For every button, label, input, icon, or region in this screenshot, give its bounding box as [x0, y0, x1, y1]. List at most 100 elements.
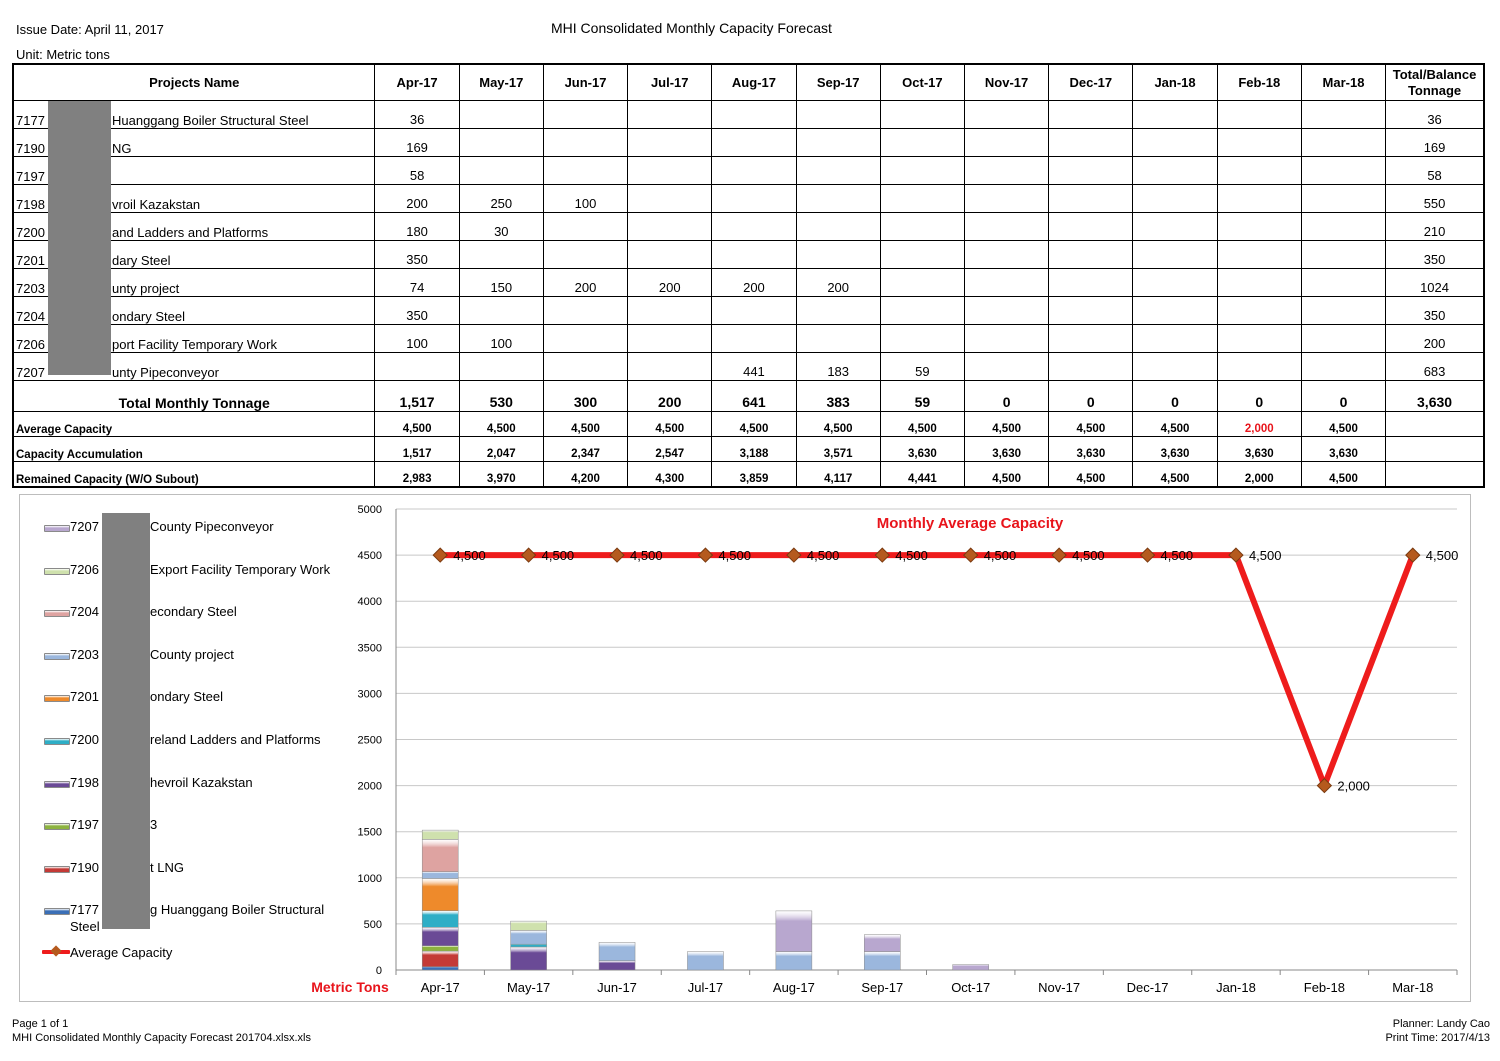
month-value-cell [1048, 100, 1134, 129]
month-value-cell [1132, 128, 1218, 157]
total-monthly-row-value: 530 [458, 380, 544, 412]
remained-capacity-row-value: 4,500 [1132, 461, 1218, 488]
month-value-cell [542, 296, 629, 325]
line-data-label: 4,500 [1249, 548, 1282, 563]
column-header-month: May-17 [458, 63, 544, 101]
month-value-cell [458, 352, 544, 381]
capacity-accumulation-row-value: 3,630 [1132, 436, 1218, 462]
total-value-cell: 350 [1385, 240, 1485, 269]
average-capacity-row-value: 4,500 [1132, 411, 1218, 437]
x-tick-label: Jun-17 [597, 980, 637, 995]
month-value-cell [542, 156, 629, 185]
bar-segment [421, 839, 459, 872]
line-data-label: 4,500 [1072, 548, 1105, 563]
project-name: unty Pipeconveyor [112, 365, 219, 380]
y-tick-label: 2500 [358, 735, 382, 747]
total-value-cell: 1024 [1385, 268, 1485, 297]
month-value-cell [1048, 296, 1134, 325]
total-monthly-row-value: 0 [1048, 380, 1134, 412]
table-row: 7198 vroil Kazakstan 200 250 100 550 [12, 184, 1485, 213]
capacity-accumulation-row-value: 3,630 [879, 436, 966, 462]
remained-capacity-row-total [1385, 461, 1485, 488]
legend-series-id: 7201 [70, 689, 99, 705]
line-marker [432, 547, 448, 563]
month-value-cell [542, 324, 629, 353]
table-row: 7203 unty project 74 150 200 200 200 200 1024 [12, 268, 1485, 297]
column-header-month: Apr-17 [374, 63, 460, 101]
project-name: dary Steel [112, 253, 171, 268]
table-header-row: Projects Name Apr-17 May-17 Jun-17 Jul-17 Au… [12, 63, 1485, 101]
month-value-cell [542, 240, 629, 269]
month-value-cell [627, 240, 713, 269]
x-tick-label: Jan-18 [1216, 980, 1256, 995]
month-value-cell [963, 296, 1050, 325]
legend-series-id: 7207 [70, 519, 99, 534]
legend-series-id: 7177 [70, 902, 99, 918]
legend-series-label: hevroil Kazakstan [150, 774, 253, 790]
legend-series-label: Export Facility Temporary Work [150, 561, 331, 577]
bar-segment [510, 930, 547, 945]
total-monthly-row-value: 300 [542, 380, 629, 412]
month-value-cell [1300, 128, 1387, 157]
line-marker [874, 547, 890, 563]
average-capacity-row-value: 4,500 [542, 411, 629, 437]
month-value-cell [1048, 212, 1134, 241]
table-row: 7177 Huanggang Boiler Structural Steel 36 3… [12, 100, 1485, 129]
remained-capacity-row: Remained Capacity (W/O Subout) 2,983 3,970… [12, 461, 1485, 488]
month-value-cell [963, 212, 1050, 241]
month-value-cell [711, 324, 797, 353]
project-id: 7207 [16, 365, 45, 380]
legend-series-id: 7200 [70, 732, 99, 747]
month-value-cell [963, 352, 1050, 381]
bar-segment [421, 945, 459, 952]
month-value-cell [795, 324, 881, 353]
average-capacity-row-value: 4,500 [627, 411, 713, 437]
table-row: 7207 unty Pipeconveyor 441 183 59 683 [12, 352, 1485, 381]
line-data-label: 4,500 [718, 548, 751, 563]
remained-capacity-row-value: 2,983 [374, 461, 460, 488]
remained-capacity-row-label: Remained Capacity (W/O Subout) [12, 461, 376, 488]
line-marker [697, 547, 714, 563]
month-value-cell [711, 156, 797, 185]
month-value-cell [1048, 184, 1134, 213]
month-value-cell [1132, 296, 1218, 325]
column-header-total: Total/Balance Tonnage [1385, 63, 1485, 101]
column-header-month: Jun-17 [542, 63, 629, 101]
legend-swatch [44, 610, 70, 618]
y-tick-label: 4000 [358, 596, 382, 608]
month-value-cell: 150 [458, 268, 544, 297]
month-value-cell [1300, 352, 1387, 381]
project-id: 7201 [16, 253, 45, 268]
y-tick-label: 5000 [358, 504, 382, 516]
issue-date: Issue Date: April 11, 2017 [16, 22, 164, 37]
month-value-cell [1132, 240, 1218, 269]
month-value-cell [711, 296, 797, 325]
bar-segment [687, 951, 724, 971]
x-tick-label: Nov-17 [1038, 980, 1080, 995]
month-value-cell [542, 212, 629, 241]
legend-line-label: Average Capacity [70, 945, 173, 960]
month-value-cell [1300, 212, 1387, 241]
total-value-cell: 683 [1385, 352, 1485, 381]
month-value-cell [795, 212, 881, 241]
month-value-cell [963, 240, 1050, 269]
remained-capacity-row-value: 4,300 [627, 461, 713, 488]
month-value-cell [963, 128, 1050, 157]
chart-area: 0 500 1000 1500 2000 2500 3000 3500 4000 4500 5000… [19, 494, 1471, 1002]
x-tick-label: Feb-18 [1304, 980, 1345, 995]
project-name: NG [112, 141, 132, 156]
bar-segment [775, 951, 813, 971]
legend-swatch [44, 823, 70, 831]
month-value-cell: 100 [458, 324, 544, 353]
month-value-cell [627, 100, 713, 129]
average-capacity-row-value: 4,500 [711, 411, 797, 437]
column-header-month: Aug-17 [711, 63, 797, 101]
bar-segment [421, 927, 459, 947]
month-value-cell [1048, 268, 1134, 297]
month-value-cell [1132, 184, 1218, 213]
redaction-block-table [48, 101, 111, 375]
legend-series-label: econdary Steel [150, 604, 237, 620]
month-value-cell [879, 240, 966, 269]
month-value-cell [1132, 212, 1218, 241]
capacity-accumulation-row-value: 3,630 [963, 436, 1050, 462]
